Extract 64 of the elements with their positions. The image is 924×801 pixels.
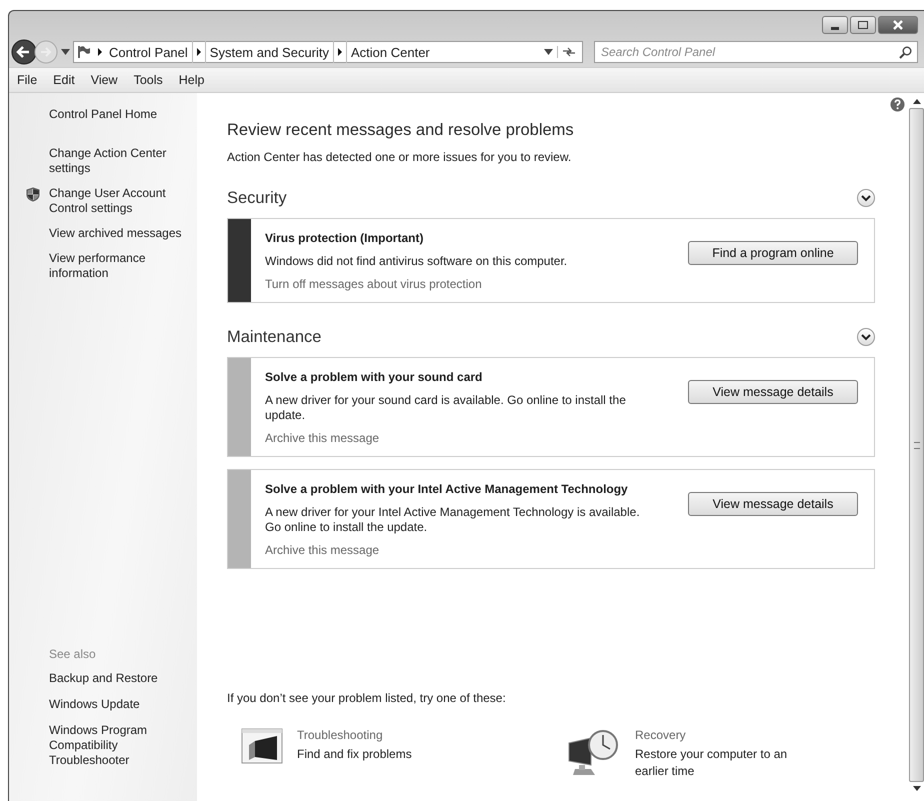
tool-link[interactable]: Troubleshooting xyxy=(297,727,412,744)
search-field[interactable]: Search Control Panel xyxy=(594,41,918,63)
sidebar-link[interactable]: View performance information xyxy=(49,251,197,281)
footer-prompt: If you don’t see your problem listed, try one of these: xyxy=(227,691,507,705)
minimize-button[interactable] xyxy=(822,16,848,34)
menu-item[interactable]: Tools xyxy=(134,73,163,87)
scroll-up-icon[interactable] xyxy=(912,99,920,104)
chevron-icon[interactable] xyxy=(192,41,206,63)
chevron-icon xyxy=(861,194,871,202)
help-icon[interactable] xyxy=(890,97,905,112)
menu-item[interactable]: Help xyxy=(178,73,204,87)
action-button[interactable]: View message details xyxy=(688,380,858,404)
sidebar-link[interactable]: Windows Update xyxy=(9,697,197,712)
dropdown-icon[interactable] xyxy=(544,49,553,55)
monitor-window-icon[interactable] xyxy=(241,727,283,765)
action-button[interactable]: View message details xyxy=(688,492,858,516)
flag-icon xyxy=(77,45,91,59)
close-icon xyxy=(892,20,904,30)
section-heading: Security xyxy=(227,188,287,208)
chevron-icon[interactable] xyxy=(95,47,105,57)
message-title: Solve a problem with your sound card xyxy=(265,370,484,385)
scrollbar[interactable] xyxy=(909,93,924,801)
tool-description: Restore your computer to an earlier time xyxy=(635,746,788,780)
section-heading: Maintenance xyxy=(227,328,322,346)
breadcrumb[interactable]: Action Center xyxy=(351,44,430,60)
forward-icon[interactable] xyxy=(34,40,58,64)
page-title: Review recent messages and resolve problems xyxy=(227,121,575,140)
sidebar-link[interactable]: Control Panel Home xyxy=(49,107,158,122)
scroll-down-icon[interactable] xyxy=(912,786,920,791)
sidebar-link[interactable]: Backup and Restore xyxy=(9,671,197,686)
sidebar-link[interactable]: View archived messages xyxy=(49,226,182,241)
shield-icon xyxy=(26,187,40,202)
message-title: Solve a problem with your Intel Active Management Technology xyxy=(265,482,629,497)
message-text: A new driver for your Intel Active Management Technology is available. Go online to install the update. xyxy=(265,505,641,535)
breadcrumb[interactable]: System and Security xyxy=(210,44,329,60)
maximize-button[interactable] xyxy=(850,16,876,34)
back-icon[interactable] xyxy=(11,39,37,65)
menu-item[interactable]: File xyxy=(17,73,38,87)
sidebar-link[interactable]: Change Action Center settings xyxy=(49,146,197,176)
address-bar[interactable]: Control Panel System and Security Action Center xyxy=(73,41,583,63)
action-button[interactable]: Find a program online xyxy=(688,241,858,265)
sidebar-link[interactable]: Windows Program Compatibility Troubleshooter xyxy=(9,723,197,768)
message-link[interactable]: Turn off messages about virus protection xyxy=(265,277,645,292)
message-link[interactable]: Archive this message xyxy=(265,431,645,446)
message-title: Virus protection (Important) xyxy=(265,231,424,246)
message-text: A new driver for your sound card is available. Go online to install the update. xyxy=(265,393,627,423)
expand-button[interactable] xyxy=(857,328,875,346)
menu-item[interactable]: View xyxy=(90,73,118,87)
chevron-icon[interactable] xyxy=(333,41,347,63)
refresh-icon[interactable] xyxy=(557,46,576,58)
dropdown-icon[interactable] xyxy=(61,49,70,55)
close-button[interactable] xyxy=(878,16,918,34)
menu-item[interactable]: Edit xyxy=(53,73,75,87)
page-subtitle: Action Center has detected one or more issues for you to review. xyxy=(227,150,572,164)
tool-description: Find and fix problems xyxy=(297,746,412,763)
message-text: Windows did not find antivirus software on this computer. xyxy=(265,254,568,269)
message-link[interactable]: Archive this message xyxy=(265,543,645,558)
see-also-heading: See also xyxy=(48,647,97,661)
tool-link[interactable]: Recovery xyxy=(635,727,795,744)
expand-button[interactable] xyxy=(857,189,875,207)
chevron-icon xyxy=(861,333,871,341)
search-icon xyxy=(899,46,912,59)
breadcrumb[interactable]: Control Panel xyxy=(109,44,188,60)
sidebar-link[interactable]: Change User Account Control settings xyxy=(49,186,197,216)
